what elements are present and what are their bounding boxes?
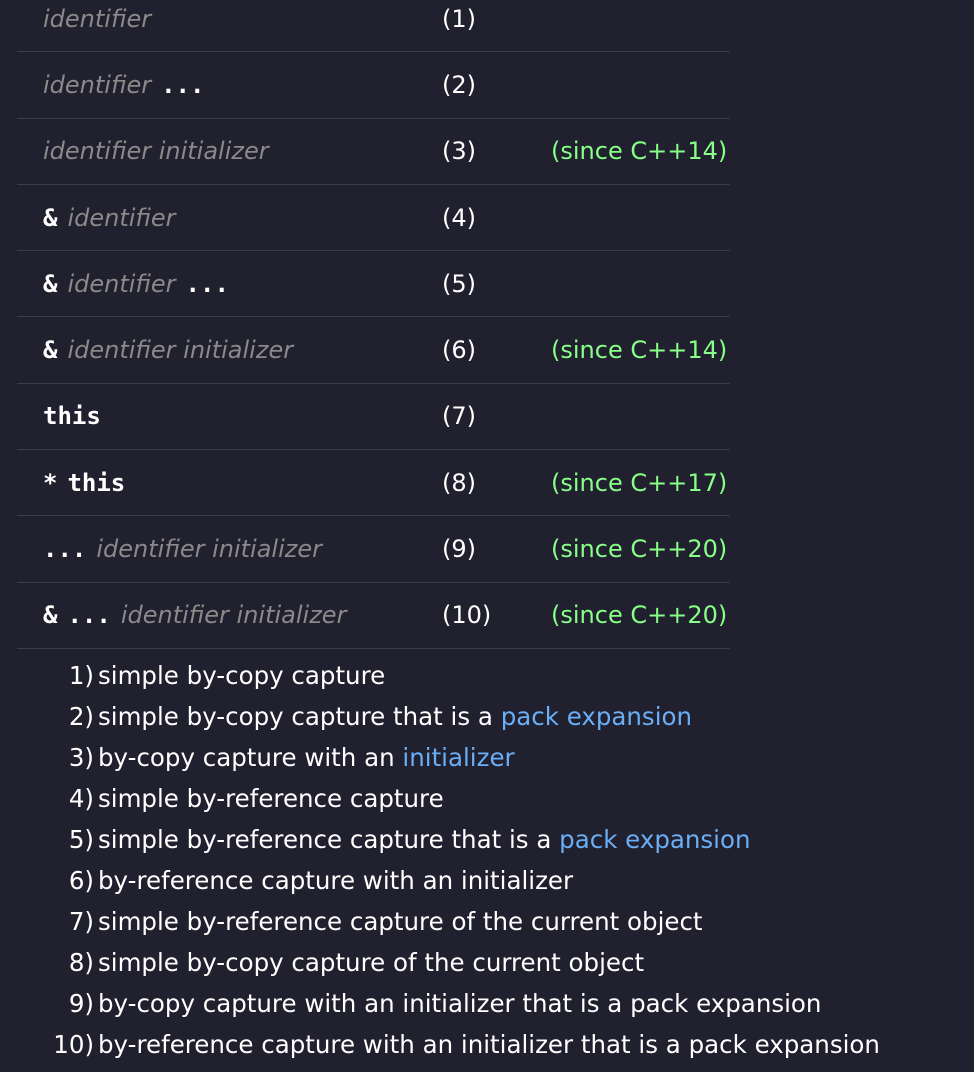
pack-expansion-link[interactable]: pack expansion xyxy=(559,825,750,854)
syntax-form: identifier xyxy=(43,0,151,51)
note-item: 1) simple by-copy capture xyxy=(0,655,974,696)
note-text-wrap: simple by-reference capture of the curre… xyxy=(98,901,703,942)
note-text: by-reference capture with an initializer xyxy=(98,866,574,895)
syntax-param: identifier xyxy=(67,203,176,232)
note-item: 6) by-reference capture with an initiali… xyxy=(0,860,974,901)
syntax-form: & identifier xyxy=(43,185,176,250)
syntax-param: identifier initializer xyxy=(120,601,347,630)
since-badge: (since C++17) xyxy=(551,468,728,497)
note-text: simple by-copy capture that is a xyxy=(98,702,501,731)
note-text-wrap: by-copy capture with an initializer xyxy=(98,737,515,778)
keyword-this: this xyxy=(43,402,101,431)
note-number: 5) xyxy=(68,825,94,854)
note-item: 4) simple by-reference capture xyxy=(0,778,974,819)
syntax-token: & xyxy=(43,336,58,365)
syntax-row-8: * this (8) (since C++17) xyxy=(17,450,730,517)
syntax-form: this xyxy=(43,384,101,449)
note-text-wrap: simple by-copy capture of the current ob… xyxy=(98,942,644,983)
pack-expansion-link[interactable]: pack expansion xyxy=(501,702,692,731)
syntax-param: identifier xyxy=(43,4,152,33)
syntax-row-2: identifier... (2) xyxy=(17,52,730,119)
note-text-wrap: by-reference capture with an initializer xyxy=(98,860,573,901)
note-text-wrap: simple by-copy capture xyxy=(98,655,385,696)
row-number: (8) xyxy=(442,468,476,497)
note-number: 6) xyxy=(68,866,94,895)
note-text: simple by-reference capture that is a xyxy=(98,825,560,854)
note-item: 3) by-copy capture with an initializer xyxy=(0,737,974,778)
row-number: (2) xyxy=(442,70,476,99)
initializer-link[interactable]: initializer xyxy=(402,743,514,772)
note-text-wrap: simple by-reference capture xyxy=(98,778,444,819)
syntax-row-10: &... identifier initializer (10) (since C… xyxy=(17,583,730,649)
syntax-form: & identifier... xyxy=(43,251,229,316)
syntax-row-7: this (7) xyxy=(17,384,730,451)
syntax-param: identifier xyxy=(43,70,152,99)
syntax-token: & xyxy=(43,269,58,298)
since-badge: (since C++20) xyxy=(551,535,728,564)
row-number: (6) xyxy=(442,336,476,365)
row-number: (4) xyxy=(442,203,476,232)
since-badge: (since C++14) xyxy=(551,336,728,365)
syntax-token: & xyxy=(43,601,58,630)
syntax-token: ... xyxy=(161,70,205,99)
note-text-wrap: by-copy capture with an initializer that… xyxy=(98,983,821,1024)
note-text: simple by-reference capture xyxy=(98,784,444,813)
syntax-param: identifier xyxy=(67,269,176,298)
syntax-row-3: identifier initializer (3) (since C++14) xyxy=(17,119,730,185)
note-text-wrap: simple by-copy capture that is a pack ex… xyxy=(98,696,692,737)
row-number: (5) xyxy=(442,269,476,298)
row-number: (10) xyxy=(442,601,492,630)
note-text: simple by-copy capture xyxy=(98,661,386,690)
note-number: 10) xyxy=(53,1030,94,1059)
syntax-row-6: & identifier initializer (6) (since C++14… xyxy=(17,317,730,384)
row-number: (1) xyxy=(442,4,476,33)
note-item: 9) by-copy capture with an initializer t… xyxy=(0,983,974,1024)
syntax-form: identifier initializer xyxy=(43,119,269,184)
keyword-this: this xyxy=(67,468,126,497)
syntax-row-1: identifier (1) xyxy=(17,0,730,53)
syntax-row-5: & identifier... (5) xyxy=(17,251,730,318)
row-number: (7) xyxy=(442,402,476,431)
note-text: by-reference capture with an initializer… xyxy=(98,1030,880,1059)
note-number: 4) xyxy=(68,784,94,813)
note-text: by-copy capture with an initializer that… xyxy=(98,989,822,1018)
syntax-param: identifier initializer xyxy=(43,137,269,166)
note-number: 1) xyxy=(68,661,94,690)
note-item: 7) simple by-reference capture of the cu… xyxy=(0,901,974,942)
syntax-form: & identifier initializer xyxy=(43,317,293,382)
row-number: (3) xyxy=(442,137,476,166)
syntax-param: identifier initializer xyxy=(67,336,294,365)
note-number: 7) xyxy=(68,907,94,936)
note-item: 10) by-reference capture with an initial… xyxy=(0,1024,974,1065)
syntax-form: ... identifier initializer xyxy=(43,516,322,581)
note-text: simple by-reference capture of the curre… xyxy=(98,907,703,936)
row-number: (9) xyxy=(442,535,476,564)
since-badge: (since C++20) xyxy=(551,601,728,630)
note-text-wrap: by-reference capture with an initializer… xyxy=(98,1024,880,1065)
note-item: 5) simple by-reference capture that is a… xyxy=(0,819,974,860)
note-number: 9) xyxy=(68,989,94,1018)
since-badge: (since C++14) xyxy=(551,137,728,166)
syntax-token: ... xyxy=(185,269,229,298)
note-number: 3) xyxy=(68,743,94,772)
note-item: 2) simple by-copy capture that is a pack… xyxy=(0,696,974,737)
syntax-param: identifier initializer xyxy=(96,535,322,564)
note-text-wrap: simple by-reference capture that is a pa… xyxy=(98,819,751,860)
syntax-token: ... xyxy=(43,535,87,564)
syntax-token: ... xyxy=(67,601,111,630)
syntax-form: &... identifier initializer xyxy=(43,583,346,648)
syntax-row-9: ... identifier initializer (9) (since C++… xyxy=(17,516,730,583)
note-text: by-copy capture with an xyxy=(98,743,403,772)
note-number: 8) xyxy=(68,948,94,977)
syntax-form: identifier... xyxy=(43,52,204,117)
syntax-form: * this xyxy=(43,450,125,515)
syntax-token: & xyxy=(43,203,58,232)
note-number: 2) xyxy=(68,702,94,731)
syntax-token: * xyxy=(43,468,58,497)
capture-syntax-table: identifier (1) identifier... (2) identif… xyxy=(17,0,730,649)
capture-notes-list: 1) simple by-copy capture 2) simple by-c… xyxy=(0,655,974,1065)
note-item: 8) simple by-copy capture of the current… xyxy=(0,942,974,983)
syntax-row-4: & identifier (4) xyxy=(17,185,730,252)
note-text: simple by-copy capture of the current ob… xyxy=(98,948,645,977)
